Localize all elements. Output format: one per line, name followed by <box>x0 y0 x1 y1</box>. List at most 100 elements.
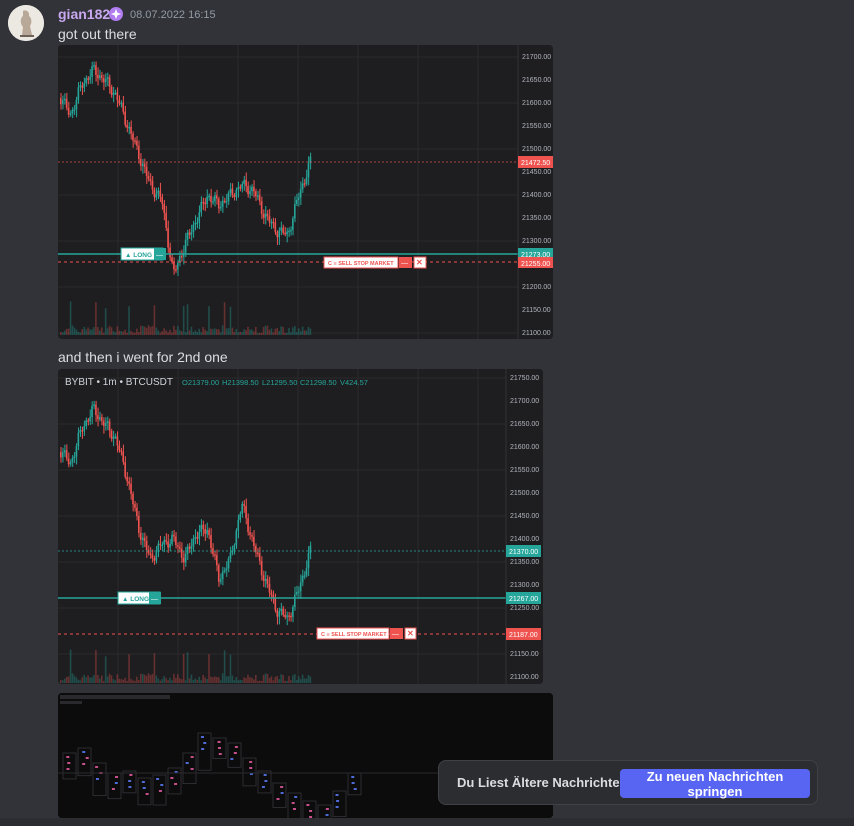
candle <box>299 582 302 592</box>
volume-bar <box>182 653 185 683</box>
volume-bar <box>173 325 175 335</box>
candle <box>85 78 87 84</box>
candle <box>151 180 154 190</box>
candle <box>138 516 140 533</box>
volume-bar <box>81 329 84 335</box>
candle <box>212 547 214 555</box>
volume-bar <box>295 679 298 683</box>
footprint-cell <box>95 766 99 768</box>
volume-bar <box>97 675 99 683</box>
candle <box>177 545 179 547</box>
candle <box>89 76 91 80</box>
candle <box>295 200 298 205</box>
candle <box>161 196 163 204</box>
candle <box>223 570 226 572</box>
candle <box>270 592 273 595</box>
volume-bar <box>208 654 210 683</box>
candle <box>145 540 148 550</box>
y-axis-tick: 21500.00 <box>510 490 539 497</box>
volume-bar <box>118 678 121 683</box>
candle <box>288 230 290 233</box>
candle <box>297 197 300 201</box>
volume-bar <box>219 680 222 683</box>
volume-bar <box>266 673 269 683</box>
candle <box>284 232 286 235</box>
volume-bar <box>75 677 78 683</box>
volume-bar <box>126 680 128 683</box>
stop-tag-label: C ≡ SELL STOP MARKET <box>321 632 387 638</box>
volume-bar <box>167 332 169 335</box>
volume-bar <box>143 326 146 335</box>
volume-bar <box>239 679 241 683</box>
user-avatar[interactable] <box>8 5 44 41</box>
candle <box>110 86 113 95</box>
volume-bar <box>93 327 95 335</box>
volume-bar <box>122 679 124 683</box>
username[interactable]: gian182 <box>58 6 110 22</box>
volume-bar <box>225 676 228 683</box>
close-icon: ✕ <box>407 629 414 638</box>
candle <box>169 543 171 548</box>
footprint-cell <box>261 786 265 788</box>
volume-bar <box>112 331 115 335</box>
candle <box>139 159 142 166</box>
footprint-cell <box>145 793 149 795</box>
y-axis-tick: 21100.00 <box>510 674 539 681</box>
candle <box>237 519 240 531</box>
candle <box>194 223 197 225</box>
candle <box>268 216 271 223</box>
chart-1-canvas: 21700.00 21650.00 21600.00 21550.00 21500.00… <box>58 45 553 339</box>
volume-bar <box>212 677 214 683</box>
candle <box>262 575 265 581</box>
footprint-cell <box>156 778 160 780</box>
volume-bar <box>69 301 72 335</box>
y-axis-tick: 21550.00 <box>510 467 539 474</box>
volume-bar <box>163 676 165 683</box>
y-axis-tick: 21300.00 <box>510 582 539 589</box>
footprint-cell <box>67 762 71 764</box>
candle <box>272 221 275 224</box>
volume-bar <box>288 676 290 683</box>
footprint-cell <box>66 756 70 758</box>
chart-image-2[interactable]: 21750.00 21700.00 21650.00 21600.00 21550.00… <box>58 369 543 684</box>
candle <box>245 505 247 519</box>
volume-bar <box>161 331 163 335</box>
volume-bar <box>188 330 191 335</box>
volume-bar <box>258 332 261 335</box>
candle <box>126 476 128 482</box>
candle <box>87 420 89 422</box>
volume-bar <box>102 680 105 683</box>
volume-bar <box>128 654 130 683</box>
candle <box>274 222 277 233</box>
volume-bar <box>106 328 109 335</box>
volume-bar <box>214 676 216 683</box>
volume-bar <box>249 329 251 335</box>
footprint-cell <box>200 736 204 738</box>
candle <box>128 126 130 129</box>
volume-bar <box>71 673 74 683</box>
candle <box>223 200 226 203</box>
candle <box>134 504 136 508</box>
volume-bar <box>100 675 103 683</box>
candle <box>251 186 253 192</box>
chart-image-1[interactable]: 21700.00 21650.00 21600.00 21550.00 21500.00… <box>58 45 553 339</box>
volume-bar <box>134 680 136 683</box>
volume-bar <box>173 673 175 683</box>
volume-bar <box>77 331 80 335</box>
candle <box>235 530 238 546</box>
candle <box>280 227 282 231</box>
candle <box>305 177 308 184</box>
jump-to-new-messages-button[interactable]: Zu neuen Nachrichten springen <box>620 769 810 799</box>
candle <box>87 78 89 80</box>
volume-bar <box>241 332 243 335</box>
volume-bar <box>141 673 144 683</box>
volume-bar <box>75 329 78 335</box>
footprint-cell <box>264 780 268 782</box>
volume-bar <box>286 332 288 335</box>
candle <box>200 201 202 213</box>
volume-bar <box>196 332 199 335</box>
volume-bar <box>231 675 234 683</box>
candle <box>305 568 308 576</box>
candle <box>61 452 64 458</box>
volume-bar <box>253 331 255 335</box>
